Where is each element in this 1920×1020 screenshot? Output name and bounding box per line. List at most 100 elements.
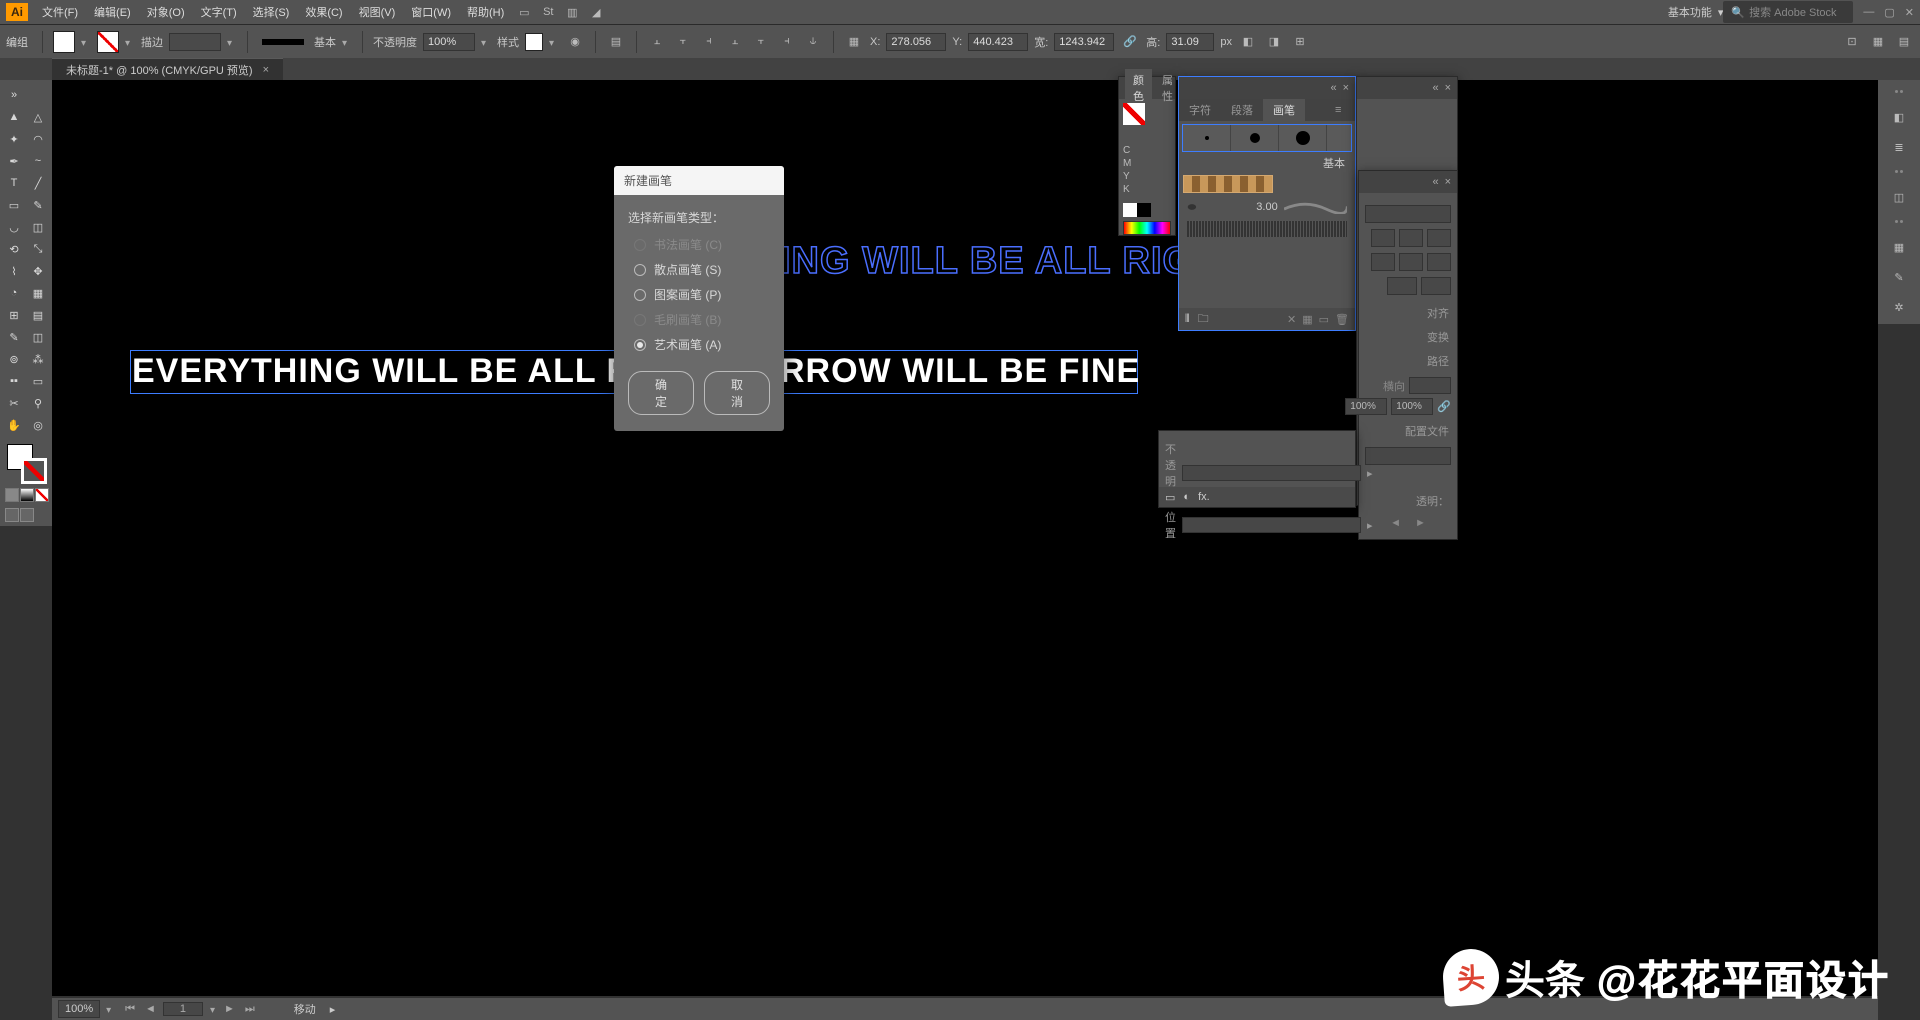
isolate-icon[interactable]: ⊞ [1290,32,1310,52]
scale-x-input[interactable] [1409,377,1451,394]
close-icon[interactable]: ✕ [1905,6,1914,19]
swatches-icon[interactable]: ▦ [1888,236,1910,258]
brush-remove-icon[interactable]: ✕ [1287,313,1296,326]
cmyk-sliders[interactable]: C M Y K [1123,145,1171,197]
position-slider[interactable] [1182,517,1361,533]
bridge-icon[interactable]: ▭ [514,2,534,22]
color-panel[interactable]: 颜色 属性 C M Y K [1118,76,1176,236]
graphic-style-dd-icon[interactable] [549,37,559,47]
btn-c2[interactable] [1421,277,1451,295]
menu-window[interactable]: 窗口(W) [403,0,459,24]
link-icon[interactable]: 🔗 [1437,400,1451,413]
magic-wand-tool-icon[interactable]: ✦ [2,128,26,150]
shaper-tool-icon[interactable]: ◡ [2,216,26,238]
rectangle-tool-icon[interactable]: ▭ [2,194,26,216]
panel-close-icon[interactable]: × [1343,82,1349,94]
stroke-weight-dd-icon[interactable] [227,37,237,47]
next-icon[interactable]: ► [1415,517,1426,529]
cancel-button[interactable]: 取消 [704,371,770,415]
double-arrow-icon[interactable]: » [2,84,26,106]
artwork-white-text-right[interactable]: RROW WILL BE FINE [780,352,1140,391]
radio-art[interactable]: 艺术画笔 (A) [634,336,770,353]
opacity-dd-icon[interactable] [481,37,491,47]
brushes-tab[interactable]: 画笔 [1263,99,1305,121]
effects-panel[interactable]: 不透明度▸ 位置▸ ▭ ◐ fx. [1158,430,1356,508]
stock-icon[interactable]: St [538,2,558,22]
snap-icon[interactable]: ⊡ [1842,32,1862,52]
character-tab[interactable]: 字符 [1179,99,1221,121]
last-icon[interactable]: ⏭ [242,1003,258,1016]
pct-h-input[interactable] [1391,398,1433,415]
menu-view[interactable]: 视图(V) [351,0,404,24]
rotate-tool-icon[interactable]: ⟲ [2,238,26,260]
fill-dropdown-icon[interactable] [81,37,91,47]
brush-delete-icon[interactable]: 🗑 [1335,313,1349,326]
align-v2-icon[interactable]: ⫟ [751,32,771,52]
perspective-icon[interactable]: ▦ [26,282,50,304]
search-stock-input[interactable]: 🔍 搜索 Adobe Stock [1723,1,1853,23]
close2-icon[interactable]: × [1445,82,1451,94]
first-icon[interactable]: ⏮ [122,1003,138,1016]
graph-tool-icon[interactable]: ▪▪ [2,370,26,392]
prev-ab-icon[interactable]: ◄ [142,1003,159,1015]
zoom-level[interactable]: 100% [58,1000,100,1018]
btn-b2[interactable] [1399,253,1423,271]
stroke-style-dd-icon[interactable] [342,37,352,47]
menu-type[interactable]: 文字(T) [193,0,245,24]
print-tiling-icon[interactable]: ◎ [26,414,50,436]
attrs-tab[interactable]: 属性 [1154,69,1181,107]
align-h2-icon[interactable]: ⫟ [673,32,693,52]
brush-rough[interactable] [1187,221,1347,237]
profile-select[interactable] [1365,447,1451,465]
btn-b3[interactable] [1427,253,1451,271]
brush-folder-icon[interactable]: 🗀 [1198,310,1209,329]
panel-menu-icon[interactable]: ≡ [1325,101,1351,119]
mask-icon[interactable]: ◐ [1183,491,1190,503]
align-left-icon[interactable]: ▤ [606,32,626,52]
artwork-blue-text[interactable]: ING WILL BE ALL RIGH [780,240,1222,283]
align-tab[interactable]: 对齐 [1365,301,1451,325]
menu-file[interactable]: 文件(F) [34,0,86,24]
free-transform-icon[interactable]: ✥ [26,260,50,282]
stroke-dropdown-icon[interactable] [125,37,135,47]
brushes-icon[interactable]: ✎ [1888,266,1910,288]
shape-mode-icon[interactable]: ◧ [1238,32,1258,52]
color-fill-stroke[interactable] [1123,103,1159,139]
libraries-icon[interactable]: ◫ [1888,186,1910,208]
minimize-icon[interactable]: — [1863,6,1874,19]
gradient-tool-icon[interactable]: ▤ [26,304,50,326]
y-input[interactable] [968,33,1028,51]
artboard-number[interactable]: 1 [163,1002,203,1016]
menu-object[interactable]: 对象(O) [139,0,193,24]
color-chips[interactable] [1123,203,1171,217]
ok-button[interactable]: 确定 [628,371,694,415]
brush-panel[interactable]: « × 字符 段落 画笔 ≡ 基本 3.00 ⫴ 🗀 ✕ ▦ ▭ 🗑 [1178,76,1356,331]
zoom-dd-icon[interactable] [106,1004,116,1014]
measure-tool-icon[interactable]: ◫ [26,326,50,348]
color-spectrum[interactable] [1123,221,1171,235]
fill-stroke-indicator[interactable] [7,444,47,484]
menu-effect[interactable]: 效果(C) [297,0,350,24]
properties-icon[interactable]: ◧ [1888,106,1910,128]
layout-icon[interactable]: ▦ [1868,32,1888,52]
paragraph-tab[interactable]: 段落 [1221,99,1263,121]
ab-dd-icon[interactable] [207,1004,217,1014]
opacity-input[interactable] [423,33,475,51]
w-input[interactable] [1054,33,1114,51]
shape-builder-icon[interactable]: ◔ [2,282,26,304]
blend-tool-icon[interactable]: ⊚ [2,348,26,370]
align-v1-icon[interactable]: ⫠ [725,32,745,52]
h-input[interactable] [1166,33,1214,51]
hand-tool-icon[interactable]: ✋ [2,414,26,436]
stroke-swatch[interactable] [97,31,119,53]
btn-b1[interactable] [1371,253,1395,271]
btn-c1[interactable] [1387,277,1417,295]
draw-modes[interactable] [5,488,50,502]
btn-a2[interactable] [1399,229,1423,247]
align-h3-icon[interactable]: ⫞ [699,32,719,52]
canvas[interactable]: ING WILL BE ALL RIGH EVERYTHING WILL BE … [52,80,1878,996]
pct-w-input[interactable] [1345,398,1387,415]
curvature-tool-icon[interactable]: ~ [26,150,50,172]
brush-calligraphy[interactable]: 3.00 [1181,195,1353,219]
scale-tool-icon[interactable]: ⤡ [26,238,50,260]
